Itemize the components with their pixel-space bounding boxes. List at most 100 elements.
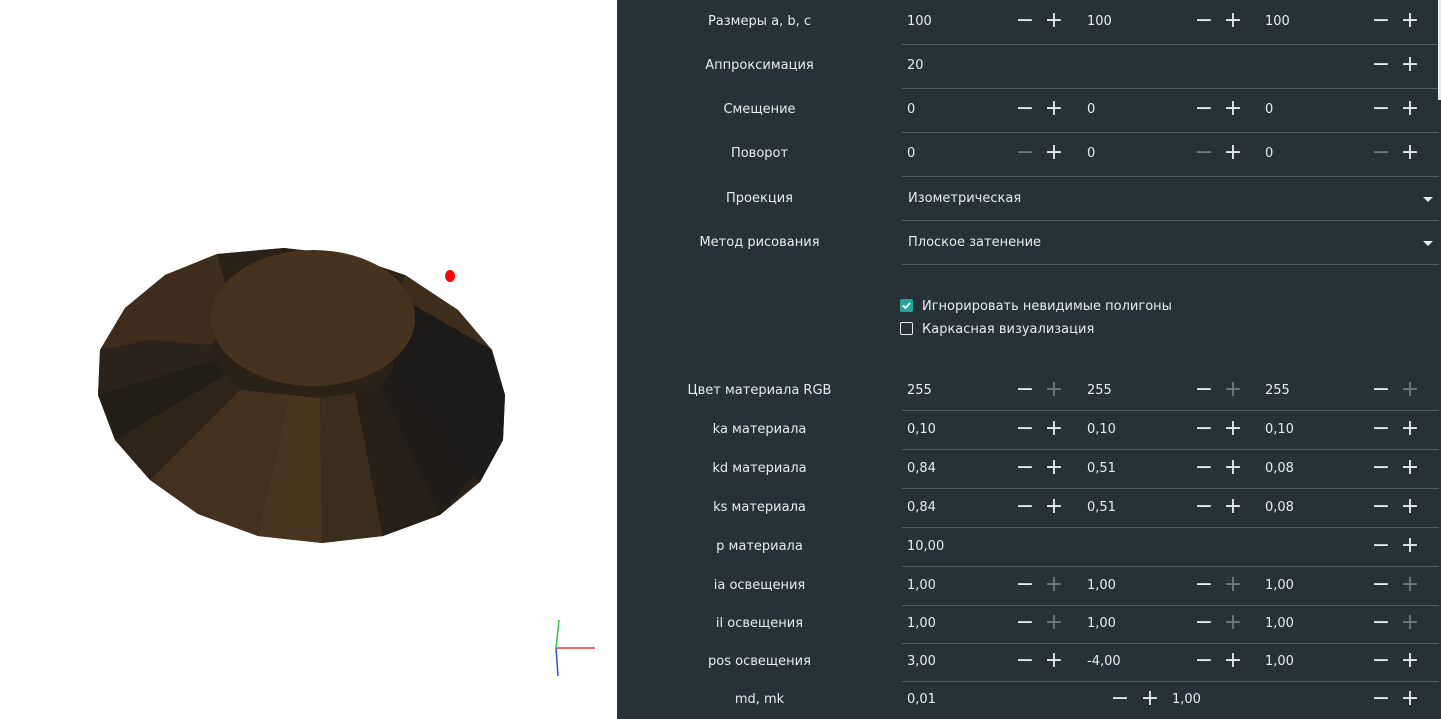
value-color-2[interactable]: 255 (1087, 383, 1112, 398)
render-viewport[interactable] (0, 0, 617, 719)
plus-button-offset-1[interactable]: + (1043, 98, 1065, 121)
checkbox-ignore-invisible[interactable] (900, 299, 913, 312)
value-il-1[interactable]: 1,00 (907, 616, 936, 631)
value-ia-1[interactable]: 1,00 (907, 578, 936, 593)
plus-button-md-2[interactable]: + (1399, 688, 1421, 711)
value-md-2[interactable]: 1,00 (1172, 692, 1201, 707)
value-sizes-3[interactable]: 100 (1265, 14, 1290, 29)
minus-button-il-2[interactable]: − (1193, 612, 1215, 635)
minus-button-il-3[interactable]: − (1370, 612, 1392, 635)
plus-button-ia-1[interactable]: + (1043, 574, 1065, 597)
plus-button-il-3[interactable]: + (1399, 612, 1421, 635)
value-approx-1[interactable]: 20 (907, 58, 924, 73)
plus-button-ks-3[interactable]: + (1399, 496, 1421, 519)
value-ka-1[interactable]: 0,10 (907, 422, 936, 437)
plus-button-ks-2[interactable]: + (1222, 496, 1244, 519)
value-rotation-2[interactable]: 0 (1087, 146, 1095, 161)
minus-button-sizes-1[interactable]: − (1014, 10, 1036, 33)
value-sizes-1[interactable]: 100 (907, 14, 932, 29)
value-ka-2[interactable]: 0,10 (1087, 422, 1116, 437)
plus-button-sizes-1[interactable]: + (1043, 10, 1065, 33)
minus-button-ia-1[interactable]: − (1014, 574, 1036, 597)
value-il-3[interactable]: 1,00 (1265, 616, 1294, 631)
value-offset-2[interactable]: 0 (1087, 102, 1095, 117)
minus-button-kd-1[interactable]: − (1014, 457, 1036, 480)
minus-button-ia-2[interactable]: − (1193, 574, 1215, 597)
minus-button-md-2[interactable]: − (1370, 688, 1392, 711)
value-pos-2[interactable]: -4,00 (1087, 654, 1121, 669)
checkbox-label-ignore-invisible[interactable]: Игнорировать невидимые полигоны (922, 299, 1172, 314)
minus-button-kd-2[interactable]: − (1193, 457, 1215, 480)
minus-button-rotation-3[interactable]: − (1370, 142, 1392, 165)
plus-button-il-1[interactable]: + (1043, 612, 1065, 635)
minus-button-approx-1[interactable]: − (1370, 54, 1392, 77)
minus-button-ka-1[interactable]: − (1014, 418, 1036, 441)
minus-button-ks-3[interactable]: − (1370, 496, 1392, 519)
value-md-1[interactable]: 0,01 (907, 692, 936, 707)
plus-button-ka-2[interactable]: + (1222, 418, 1244, 441)
plus-button-ka-3[interactable]: + (1399, 418, 1421, 441)
minus-button-pos-3[interactable]: − (1370, 650, 1392, 673)
value-ia-2[interactable]: 1,00 (1087, 578, 1116, 593)
plus-button-ia-3[interactable]: + (1399, 574, 1421, 597)
minus-button-offset-3[interactable]: − (1370, 98, 1392, 121)
minus-button-md-1[interactable]: − (1109, 688, 1131, 711)
value-kd-3[interactable]: 0,08 (1265, 461, 1294, 476)
minus-button-il-1[interactable]: − (1014, 612, 1036, 635)
value-ks-3[interactable]: 0,08 (1265, 500, 1294, 515)
plus-button-kd-2[interactable]: + (1222, 457, 1244, 480)
combo-draw_method[interactable]: Плоское затенение (908, 235, 1041, 250)
value-ia-3[interactable]: 1,00 (1265, 578, 1294, 593)
checkbox-label-wireframe[interactable]: Каркасная визуализация (922, 322, 1094, 337)
plus-button-ia-2[interactable]: + (1222, 574, 1244, 597)
minus-button-ks-2[interactable]: − (1193, 496, 1215, 519)
minus-button-rotation-1[interactable]: − (1014, 142, 1036, 165)
minus-button-ia-3[interactable]: − (1370, 574, 1392, 597)
value-ka-3[interactable]: 0,10 (1265, 422, 1294, 437)
minus-button-rotation-2[interactable]: − (1193, 142, 1215, 165)
value-pos-3[interactable]: 1,00 (1265, 654, 1294, 669)
minus-button-ka-3[interactable]: − (1370, 418, 1392, 441)
minus-button-offset-1[interactable]: − (1014, 98, 1036, 121)
value-kd-2[interactable]: 0,51 (1087, 461, 1116, 476)
minus-button-sizes-3[interactable]: − (1370, 10, 1392, 33)
plus-button-ka-1[interactable]: + (1043, 418, 1065, 441)
plus-button-pos-1[interactable]: + (1043, 650, 1065, 673)
value-ks-1[interactable]: 0,84 (907, 500, 936, 515)
minus-button-kd-3[interactable]: − (1370, 457, 1392, 480)
minus-button-sizes-2[interactable]: − (1193, 10, 1215, 33)
minus-button-color-1[interactable]: − (1014, 379, 1036, 402)
plus-button-color-3[interactable]: + (1399, 379, 1421, 402)
minus-button-color-3[interactable]: − (1370, 379, 1392, 402)
plus-button-kd-1[interactable]: + (1043, 457, 1065, 480)
minus-button-p-1[interactable]: − (1370, 535, 1392, 558)
value-pos-1[interactable]: 3,00 (907, 654, 936, 669)
chevron-down-icon[interactable] (1423, 197, 1433, 202)
minus-button-color-2[interactable]: − (1193, 379, 1215, 402)
value-rotation-1[interactable]: 0 (907, 146, 915, 161)
plus-button-pos-3[interactable]: + (1399, 650, 1421, 673)
plus-button-pos-2[interactable]: + (1222, 650, 1244, 673)
chevron-down-icon[interactable] (1423, 241, 1433, 246)
plus-button-rotation-1[interactable]: + (1043, 142, 1065, 165)
plus-button-sizes-3[interactable]: + (1399, 10, 1421, 33)
plus-button-ks-1[interactable]: + (1043, 496, 1065, 519)
plus-button-color-2[interactable]: + (1222, 379, 1244, 402)
value-color-1[interactable]: 255 (907, 383, 932, 398)
plus-button-color-1[interactable]: + (1043, 379, 1065, 402)
plus-button-il-2[interactable]: + (1222, 612, 1244, 635)
minus-button-offset-2[interactable]: − (1193, 98, 1215, 121)
minus-button-ka-2[interactable]: − (1193, 418, 1215, 441)
value-il-2[interactable]: 1,00 (1087, 616, 1116, 631)
minus-button-ks-1[interactable]: − (1014, 496, 1036, 519)
value-sizes-2[interactable]: 100 (1087, 14, 1112, 29)
plus-button-sizes-2[interactable]: + (1222, 10, 1244, 33)
value-offset-3[interactable]: 0 (1265, 102, 1273, 117)
value-rotation-3[interactable]: 0 (1265, 146, 1273, 161)
plus-button-offset-3[interactable]: + (1399, 98, 1421, 121)
checkbox-wireframe[interactable] (900, 322, 913, 335)
plus-button-rotation-3[interactable]: + (1399, 142, 1421, 165)
value-kd-1[interactable]: 0,84 (907, 461, 936, 476)
value-ks-2[interactable]: 0,51 (1087, 500, 1116, 515)
plus-button-kd-3[interactable]: + (1399, 457, 1421, 480)
